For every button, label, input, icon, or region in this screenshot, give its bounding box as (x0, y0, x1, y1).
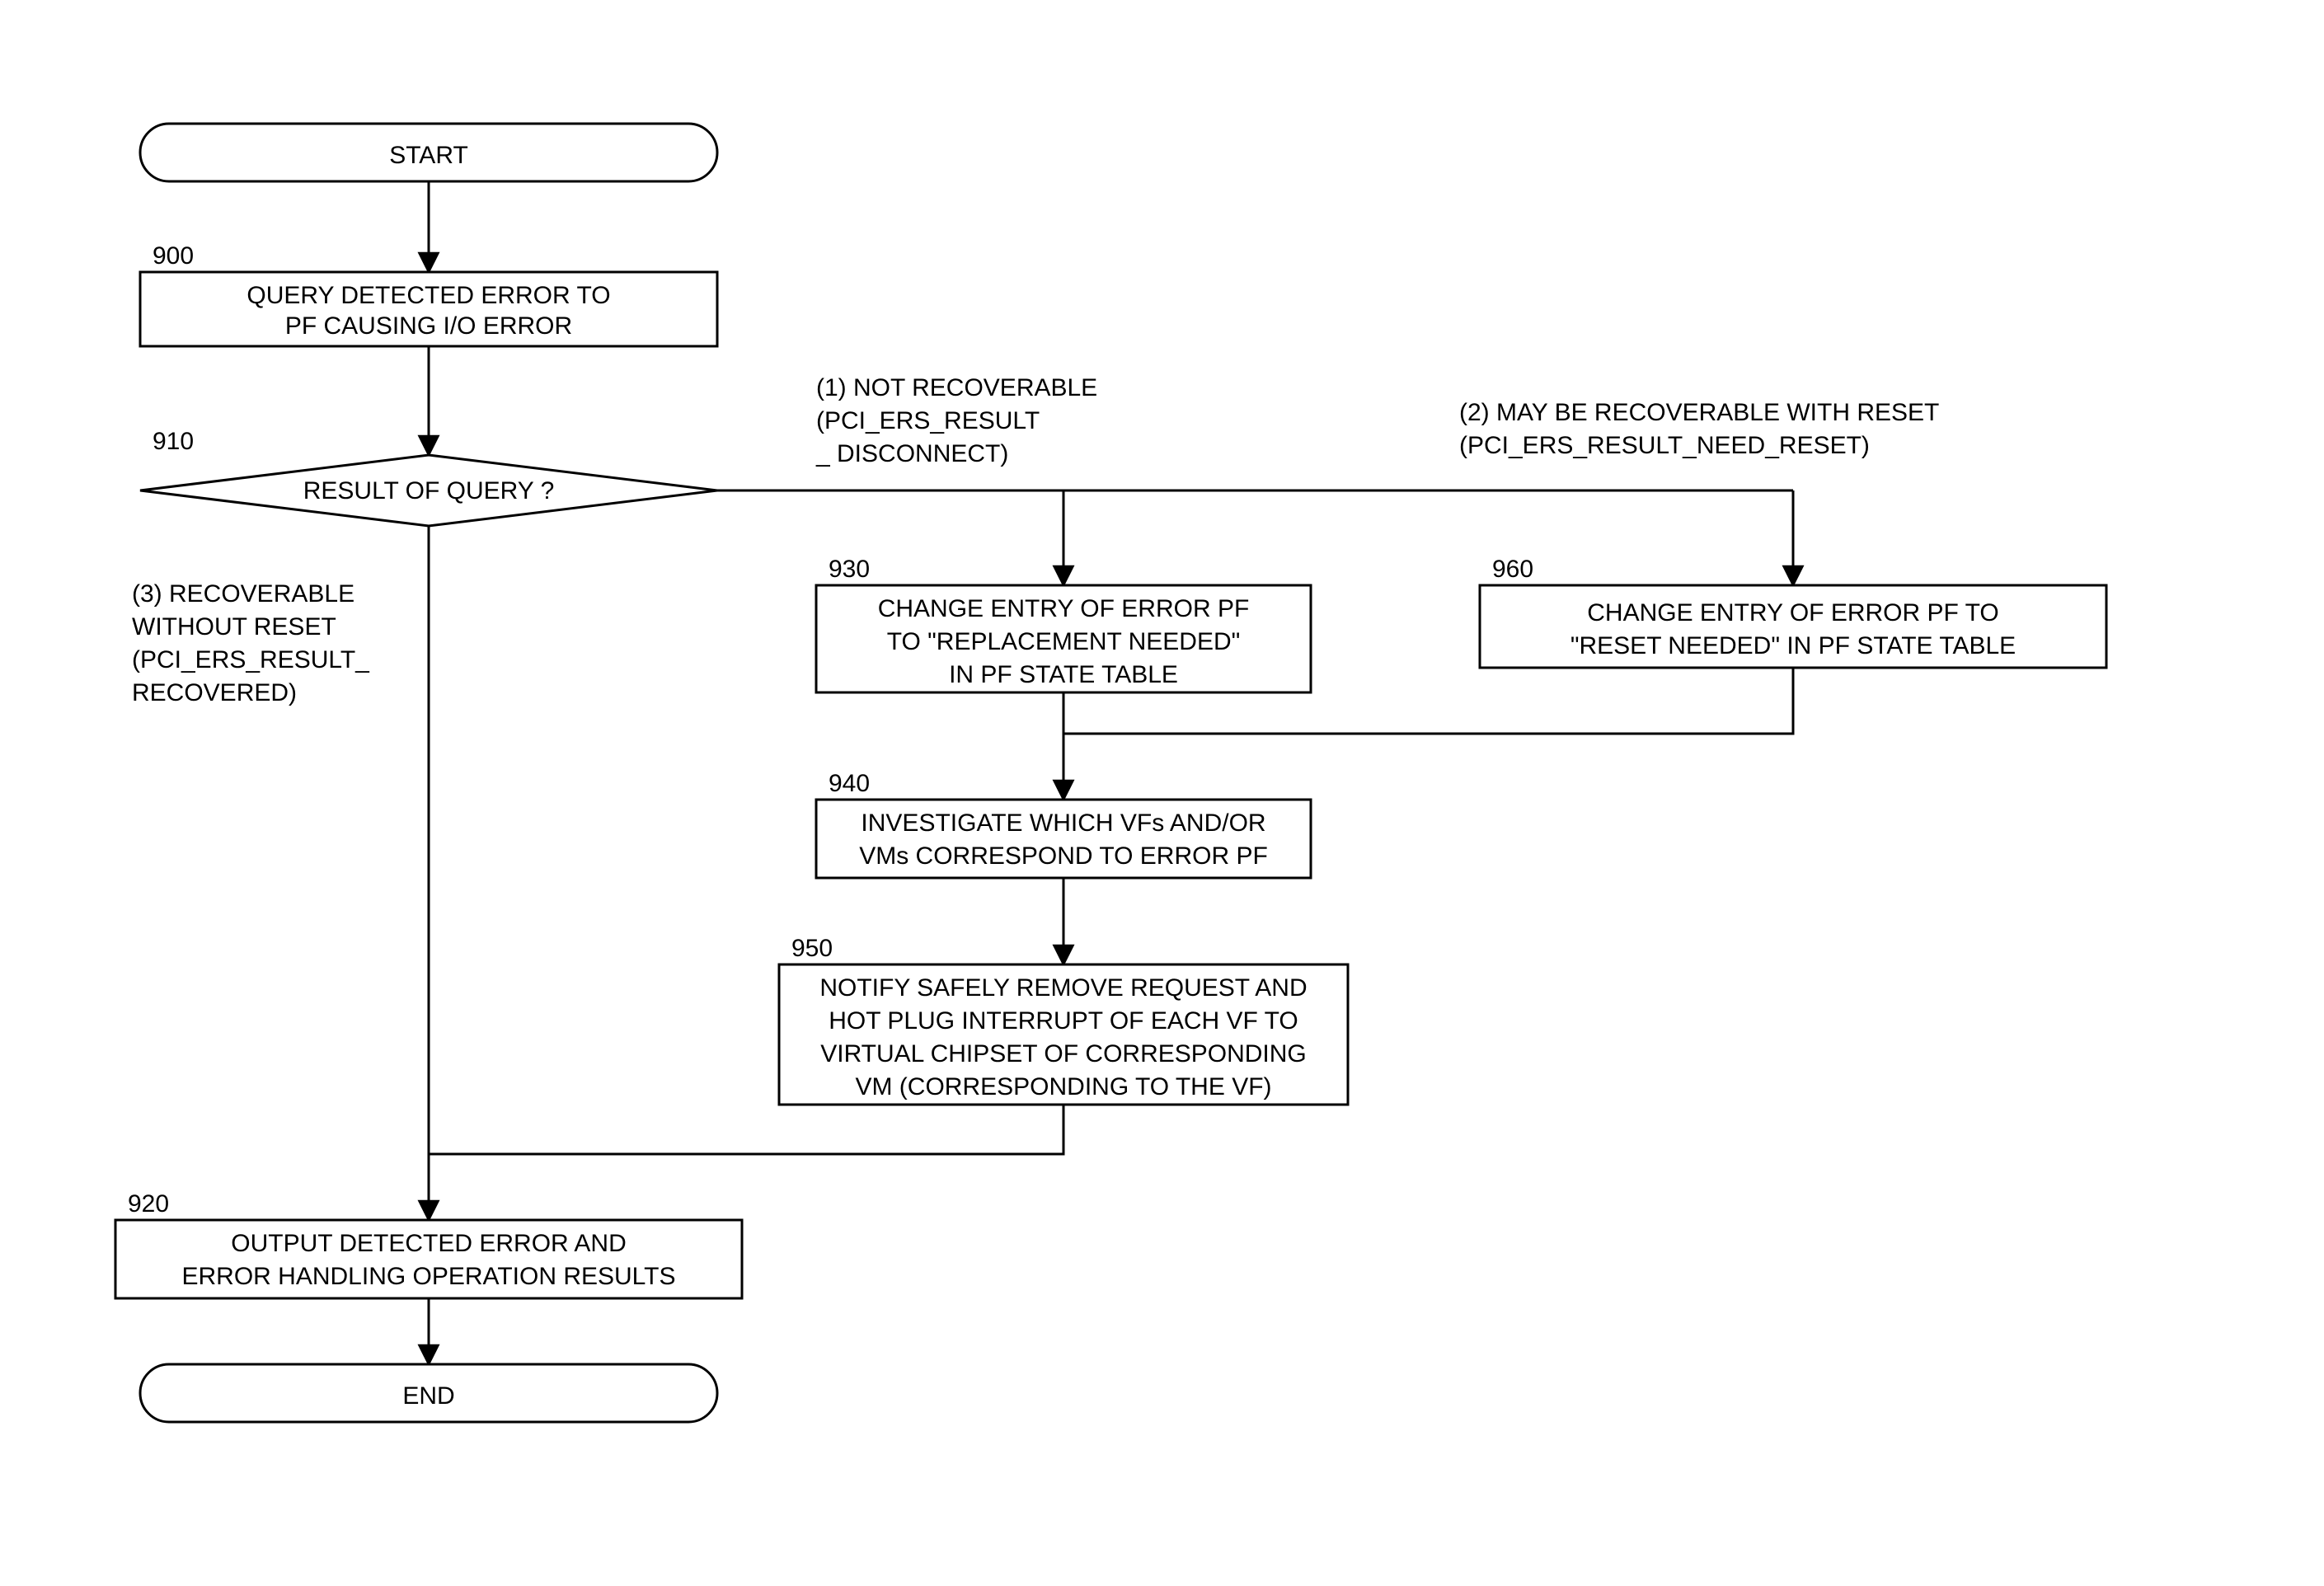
n930-l1: CHANGE ENTRY OF ERROR PF (878, 595, 1250, 622)
n900-line1: QUERY DETECTED ERROR TO (246, 282, 610, 309)
n950-l2: HOT PLUG INTERRUPT OF EACH VF TO (829, 1007, 1298, 1035)
start-label: START (389, 142, 468, 169)
n940-l2: VMs CORRESPOND TO ERROR PF (859, 842, 1268, 870)
n900-line2: PF CAUSING I/O ERROR (285, 312, 572, 340)
n930-box: CHANGE ENTRY OF ERROR PF TO "REPLACEMENT… (816, 585, 1311, 692)
n900-number: 900 (153, 242, 194, 270)
n950-l1: NOTIFY SAFELY REMOVE REQUEST AND (819, 974, 1307, 1002)
n960-box: CHANGE ENTRY OF ERROR PF TO "RESET NEEDE… (1480, 585, 2106, 668)
n920-box: OUTPUT DETECTED ERROR AND ERROR HANDLING… (115, 1220, 742, 1298)
start-node: START (140, 124, 717, 181)
n960-number: 960 (1492, 556, 1533, 583)
n910-label: RESULT OF QUERY ? (303, 477, 555, 504)
n940-box: INVESTIGATE WHICH VFs AND/OR VMs CORRESP… (816, 800, 1311, 878)
n920-l1: OUTPUT DETECTED ERROR AND (231, 1230, 627, 1257)
branch1-l1: (1) NOT RECOVERABLE (816, 374, 1097, 401)
n930-l3: IN PF STATE TABLE (949, 661, 1178, 688)
n910-decision: RESULT OF QUERY ? (140, 455, 717, 526)
n940-l1: INVESTIGATE WHICH VFs AND/OR (861, 809, 1265, 837)
n920-number: 920 (128, 1190, 169, 1218)
n900-box: QUERY DETECTED ERROR TO PF CAUSING I/O E… (140, 272, 717, 346)
branch1-l3: _ DISCONNECT) (815, 440, 1008, 467)
n920-l2: ERROR HANDLING OPERATION RESULTS (182, 1263, 676, 1290)
n930-l2: TO "REPLACEMENT NEEDED" (887, 628, 1241, 655)
branch1-l2: (PCI_ERS_RESULT (816, 407, 1040, 434)
branch2-l2: (PCI_ERS_RESULT_NEED_RESET) (1459, 432, 1870, 459)
branch3-l2: WITHOUT RESET (132, 613, 336, 640)
n940-number: 940 (829, 770, 870, 797)
edge-950-join (429, 1105, 1063, 1154)
n950-l4: VM (CORRESPONDING TO THE VF) (855, 1073, 1271, 1100)
end-label: END (402, 1382, 454, 1410)
n950-box: NOTIFY SAFELY REMOVE REQUEST AND HOT PLU… (779, 964, 1348, 1105)
n960-l1: CHANGE ENTRY OF ERROR PF TO (1587, 599, 1999, 626)
n960-l2: "RESET NEEDED" IN PF STATE TABLE (1570, 632, 2016, 659)
n930-number: 930 (829, 556, 870, 583)
branch2-l1: (2) MAY BE RECOVERABLE WITH RESET (1459, 399, 1939, 426)
branch3-l4: RECOVERED) (132, 679, 297, 706)
branch3-l3: (PCI_ERS_RESULT_ (132, 646, 370, 673)
end-node: END (140, 1364, 717, 1422)
n950-number: 950 (791, 935, 833, 962)
n910-number: 910 (153, 428, 194, 455)
branch3-l1: (3) RECOVERABLE (132, 580, 354, 608)
n950-l3: VIRTUAL CHIPSET OF CORRESPONDING (820, 1040, 1307, 1068)
